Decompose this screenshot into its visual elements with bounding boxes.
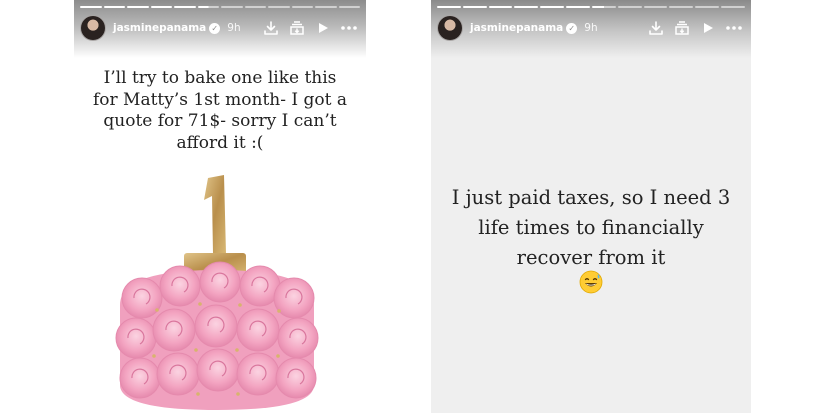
play-icon[interactable]	[314, 19, 332, 37]
more-options-icon[interactable]	[340, 19, 358, 37]
caption-line: for Matty’s 1st month- I got a	[92, 89, 347, 110]
story-progress-bar	[80, 6, 360, 8]
caption-line: recover from it	[516, 246, 666, 269]
post-time: 9h	[227, 22, 241, 34]
grinning-sweat-emoji-icon	[579, 270, 603, 294]
verified-badge-icon: ✓	[566, 22, 578, 34]
more-options-icon[interactable]	[725, 19, 743, 37]
story-header: jasminepanama ✓ 9h	[80, 15, 358, 41]
cake-image	[115, 175, 319, 410]
story-caption: I just paid taxes, so I need 3 life time…	[441, 183, 741, 273]
username[interactable]: jasminepanama	[470, 22, 563, 34]
download-icon[interactable]	[262, 19, 280, 37]
post-time: 9h	[584, 22, 598, 34]
caption-line: afford it :(	[176, 132, 264, 153]
story-progress-bar	[437, 6, 745, 8]
verified-badge-icon: ✓	[209, 22, 221, 34]
story-header: jasminepanama ✓ 9h	[437, 15, 743, 41]
story-panel-1[interactable]: jasminepanama ✓ 9h I’ll try to bake one …	[74, 0, 366, 413]
save-to-collection-icon[interactable]	[288, 19, 306, 37]
username[interactable]: jasminepanama	[113, 22, 206, 34]
caption-line: life times to financially	[478, 216, 704, 239]
caption-line: quote for 71$- sorry I can’t	[103, 111, 337, 131]
caption-line: I just paid taxes, so I need 3	[451, 186, 731, 209]
caption-line: I’ll try to bake one like this	[103, 68, 337, 88]
avatar[interactable]	[80, 15, 106, 41]
play-icon[interactable]	[699, 19, 717, 37]
avatar[interactable]	[437, 15, 463, 41]
story-caption: I’ll try to bake one like this for Matty…	[88, 68, 352, 154]
save-to-collection-icon[interactable]	[673, 19, 691, 37]
story-panel-2[interactable]: jasminepanama ✓ 9h I just paid taxes, so…	[431, 0, 751, 413]
download-icon[interactable]	[647, 19, 665, 37]
